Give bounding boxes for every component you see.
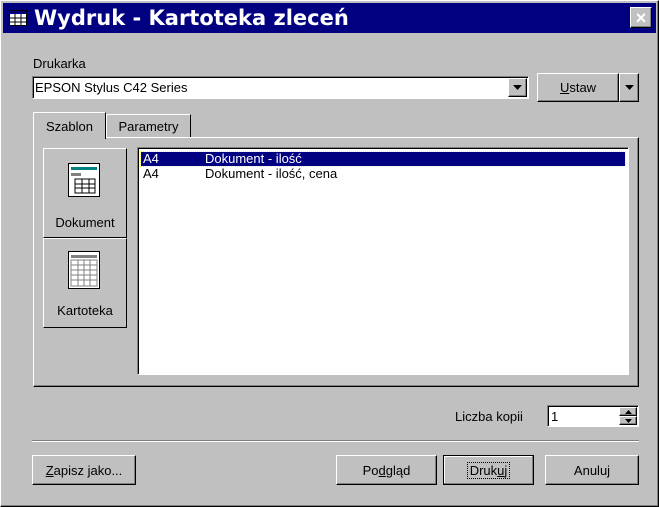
copies-spin-down-button[interactable] xyxy=(619,416,637,425)
title-bar: Wydruk - Kartoteka zleceń × xyxy=(3,3,656,33)
printer-selected-value: EPSON Stylus C42 Series xyxy=(35,80,188,95)
chevron-down-icon xyxy=(513,85,522,90)
list-item[interactable]: A4 Dokument - ilość xyxy=(140,151,626,167)
copies-input[interactable]: 1 xyxy=(547,405,639,427)
printer-label: Drukarka xyxy=(33,56,86,71)
sidebar-item-label: Dokument xyxy=(55,215,115,230)
sidebar-item-dokument[interactable]: Dokument xyxy=(43,148,127,238)
sidebar-item-kartoteka[interactable]: Kartoteka xyxy=(43,238,127,328)
template-list[interactable]: A4 Dokument - ilość A4 Dokument - ilość,… xyxy=(137,147,629,375)
printer-dropdown-button[interactable] xyxy=(508,78,527,97)
window-icon xyxy=(9,10,27,26)
copies-label: Liczba kopii xyxy=(455,409,523,424)
print-button[interactable]: Drukuj xyxy=(443,455,534,485)
chevron-down-icon xyxy=(624,85,634,90)
sidebar-item-label: Kartoteka xyxy=(57,303,113,318)
preview-button[interactable]: Podgląd xyxy=(336,455,437,485)
arrow-up-icon xyxy=(625,410,632,414)
setup-label: Ustaw xyxy=(559,80,597,95)
setup-button[interactable]: Ustaw xyxy=(537,73,619,102)
close-icon: × xyxy=(635,7,647,28)
copies-value: 1 xyxy=(551,409,559,424)
table-sheet-icon xyxy=(68,251,100,289)
template-sidebar: Dokument Kartoteka xyxy=(43,148,127,328)
list-item[interactable]: A4 Dokument - ilość, cena xyxy=(141,167,625,181)
arrow-down-icon xyxy=(625,419,632,423)
cancel-button[interactable]: Anuluj xyxy=(545,455,639,485)
copies-spin-up-button[interactable] xyxy=(619,407,637,416)
close-button[interactable]: × xyxy=(630,7,652,28)
window-title: Wydruk - Kartoteka zleceń xyxy=(34,6,349,30)
tab-parametry[interactable]: Parametry xyxy=(106,114,191,138)
printer-select[interactable]: EPSON Stylus C42 Series xyxy=(32,76,529,99)
save-as-button[interactable]: Zapisz jako... xyxy=(32,455,136,485)
document-icon xyxy=(68,163,100,197)
separator xyxy=(32,440,639,442)
tab-szablon[interactable]: Szablon xyxy=(33,112,106,139)
setup-dropdown-button[interactable] xyxy=(619,73,639,102)
